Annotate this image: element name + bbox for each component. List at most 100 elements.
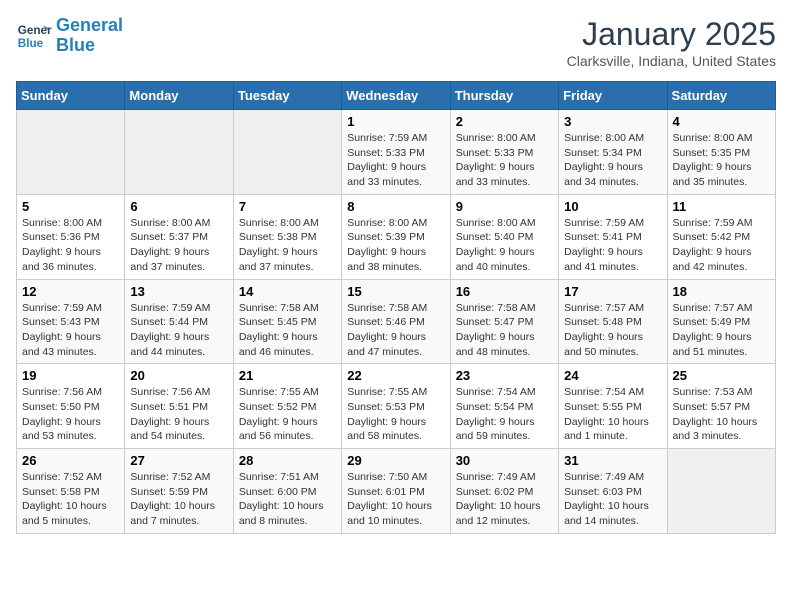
calendar-cell: 20Sunrise: 7:56 AMSunset: 5:51 PMDayligh… [125,364,233,449]
calendar-cell: 9 Sunrise: 8:00 AMSunset: 5:40 PMDaylight… [450,194,558,279]
day-info: Sunrise: 8:00 AMSunset: 5:36 PMDaylight:… [22,216,119,275]
calendar-cell: 11 Sunrise: 7:59 AMSunset: 5:42 PMDayligh… [667,194,775,279]
calendar-week-row: 26Sunrise: 7:52 AMSunset: 5:58 PMDayligh… [17,449,776,534]
day-info: Sunrise: 7:49 AMSunset: 6:03 PMDaylight:… [564,470,661,529]
calendar-title-block: January 2025 Clarksville, Indiana, Unite… [567,16,776,69]
day-number: 6 [130,199,227,214]
day-number: 9 [456,199,553,214]
calendar-week-row: 12 Sunrise: 7:59 AMSunset: 5:43 PMDayligh… [17,279,776,364]
day-number: 19 [22,368,119,383]
calendar-body: 1 Sunrise: 7:59 AMSunset: 5:33 PMDaylight… [17,110,776,534]
calendar-cell: 15 Sunrise: 7:58 AMSunset: 5:46 PMDayligh… [342,279,450,364]
calendar-cell: 3 Sunrise: 8:00 AMSunset: 5:34 PMDaylight… [559,110,667,195]
calendar-cell: 29Sunrise: 7:50 AMSunset: 6:01 PMDayligh… [342,449,450,534]
day-info: Sunrise: 7:59 AMSunset: 5:33 PMDaylight:… [347,131,444,190]
calendar-cell [233,110,341,195]
day-info: Sunrise: 7:59 AMSunset: 5:43 PMDaylight:… [22,301,119,360]
day-info: Sunrise: 7:53 AMSunset: 5:57 PMDaylight:… [673,385,770,444]
weekday-header-saturday: Saturday [667,82,775,110]
svg-text:Blue: Blue [18,37,44,50]
day-info: Sunrise: 7:58 AMSunset: 5:45 PMDaylight:… [239,301,336,360]
day-info: Sunrise: 7:59 AMSunset: 5:42 PMDaylight:… [673,216,770,275]
calendar-week-row: 1 Sunrise: 7:59 AMSunset: 5:33 PMDaylight… [17,110,776,195]
calendar-cell: 7 Sunrise: 8:00 AMSunset: 5:38 PMDaylight… [233,194,341,279]
day-info: Sunrise: 7:51 AMSunset: 6:00 PMDaylight:… [239,470,336,529]
day-info: Sunrise: 7:56 AMSunset: 5:51 PMDaylight:… [130,385,227,444]
day-info: Sunrise: 7:57 AMSunset: 5:49 PMDaylight:… [673,301,770,360]
day-number: 29 [347,453,444,468]
day-number: 14 [239,284,336,299]
calendar-week-row: 5 Sunrise: 8:00 AMSunset: 5:36 PMDaylight… [17,194,776,279]
page-header: General Blue General Blue January 2025 C… [16,16,776,69]
day-number: 10 [564,199,661,214]
day-info: Sunrise: 7:59 AMSunset: 5:41 PMDaylight:… [564,216,661,275]
calendar-cell: 19 Sunrise: 7:56 AMSunset: 5:50 PMDayligh… [17,364,125,449]
day-number: 18 [673,284,770,299]
calendar-cell: 13Sunrise: 7:59 AMSunset: 5:44 PMDayligh… [125,279,233,364]
logo-text: General Blue [56,16,123,56]
weekday-header-monday: Monday [125,82,233,110]
day-info: Sunrise: 7:56 AMSunset: 5:50 PMDaylight:… [22,385,119,444]
day-info: Sunrise: 7:58 AMSunset: 5:47 PMDaylight:… [456,301,553,360]
calendar-subtitle: Clarksville, Indiana, United States [567,53,776,69]
calendar-week-row: 19 Sunrise: 7:56 AMSunset: 5:50 PMDayligh… [17,364,776,449]
calendar-cell: 22 Sunrise: 7:55 AMSunset: 5:53 PMDayligh… [342,364,450,449]
weekday-header-friday: Friday [559,82,667,110]
day-info: Sunrise: 7:54 AMSunset: 5:54 PMDaylight:… [456,385,553,444]
weekday-header-wednesday: Wednesday [342,82,450,110]
day-number: 3 [564,114,661,129]
day-number: 1 [347,114,444,129]
calendar-cell: 26Sunrise: 7:52 AMSunset: 5:58 PMDayligh… [17,449,125,534]
calendar-cell: 18 Sunrise: 7:57 AMSunset: 5:49 PMDayligh… [667,279,775,364]
day-info: Sunrise: 8:00 AMSunset: 5:33 PMDaylight:… [456,131,553,190]
day-number: 12 [22,284,119,299]
day-number: 27 [130,453,227,468]
day-number: 22 [347,368,444,383]
calendar-cell: 17Sunrise: 7:57 AMSunset: 5:48 PMDayligh… [559,279,667,364]
day-info: Sunrise: 7:58 AMSunset: 5:46 PMDaylight:… [347,301,444,360]
day-number: 5 [22,199,119,214]
day-number: 31 [564,453,661,468]
calendar-cell [17,110,125,195]
day-info: Sunrise: 7:55 AMSunset: 5:53 PMDaylight:… [347,385,444,444]
day-info: Sunrise: 7:57 AMSunset: 5:48 PMDaylight:… [564,301,661,360]
day-info: Sunrise: 8:00 AMSunset: 5:39 PMDaylight:… [347,216,444,275]
calendar-cell: 8 Sunrise: 8:00 AMSunset: 5:39 PMDaylight… [342,194,450,279]
day-number: 21 [239,368,336,383]
day-info: Sunrise: 8:00 AMSunset: 5:40 PMDaylight:… [456,216,553,275]
day-number: 23 [456,368,553,383]
day-number: 30 [456,453,553,468]
day-number: 24 [564,368,661,383]
calendar-cell: 2Sunrise: 8:00 AMSunset: 5:33 PMDaylight… [450,110,558,195]
day-number: 7 [239,199,336,214]
calendar-cell: 21 Sunrise: 7:55 AMSunset: 5:52 PMDayligh… [233,364,341,449]
calendar-table: SundayMondayTuesdayWednesdayThursdayFrid… [16,81,776,534]
calendar-cell: 27 Sunrise: 7:52 AMSunset: 5:59 PMDayligh… [125,449,233,534]
day-info: Sunrise: 7:52 AMSunset: 5:59 PMDaylight:… [130,470,227,529]
weekday-header-sunday: Sunday [17,82,125,110]
day-info: Sunrise: 8:00 AMSunset: 5:34 PMDaylight:… [564,131,661,190]
day-number: 11 [673,199,770,214]
day-number: 4 [673,114,770,129]
calendar-cell: 28Sunrise: 7:51 AMSunset: 6:00 PMDayligh… [233,449,341,534]
day-number: 8 [347,199,444,214]
calendar-cell: 24 Sunrise: 7:54 AMSunset: 5:55 PMDayligh… [559,364,667,449]
logo-line1: General [56,15,123,35]
day-info: Sunrise: 7:49 AMSunset: 6:02 PMDaylight:… [456,470,553,529]
calendar-cell: 10 Sunrise: 7:59 AMSunset: 5:41 PMDayligh… [559,194,667,279]
day-info: Sunrise: 7:55 AMSunset: 5:52 PMDaylight:… [239,385,336,444]
calendar-cell: 16Sunrise: 7:58 AMSunset: 5:47 PMDayligh… [450,279,558,364]
calendar-header: SundayMondayTuesdayWednesdayThursdayFrid… [17,82,776,110]
calendar-cell: 12 Sunrise: 7:59 AMSunset: 5:43 PMDayligh… [17,279,125,364]
calendar-cell: 30 Sunrise: 7:49 AMSunset: 6:02 PMDayligh… [450,449,558,534]
weekday-header-tuesday: Tuesday [233,82,341,110]
calendar-cell: 31 Sunrise: 7:49 AMSunset: 6:03 PMDayligh… [559,449,667,534]
calendar-title: January 2025 [567,16,776,53]
day-info: Sunrise: 8:00 AMSunset: 5:38 PMDaylight:… [239,216,336,275]
calendar-cell [667,449,775,534]
day-info: Sunrise: 8:00 AMSunset: 5:37 PMDaylight:… [130,216,227,275]
day-number: 15 [347,284,444,299]
day-info: Sunrise: 7:54 AMSunset: 5:55 PMDaylight:… [564,385,661,444]
day-info: Sunrise: 7:52 AMSunset: 5:58 PMDaylight:… [22,470,119,529]
calendar-cell: 25Sunrise: 7:53 AMSunset: 5:57 PMDayligh… [667,364,775,449]
